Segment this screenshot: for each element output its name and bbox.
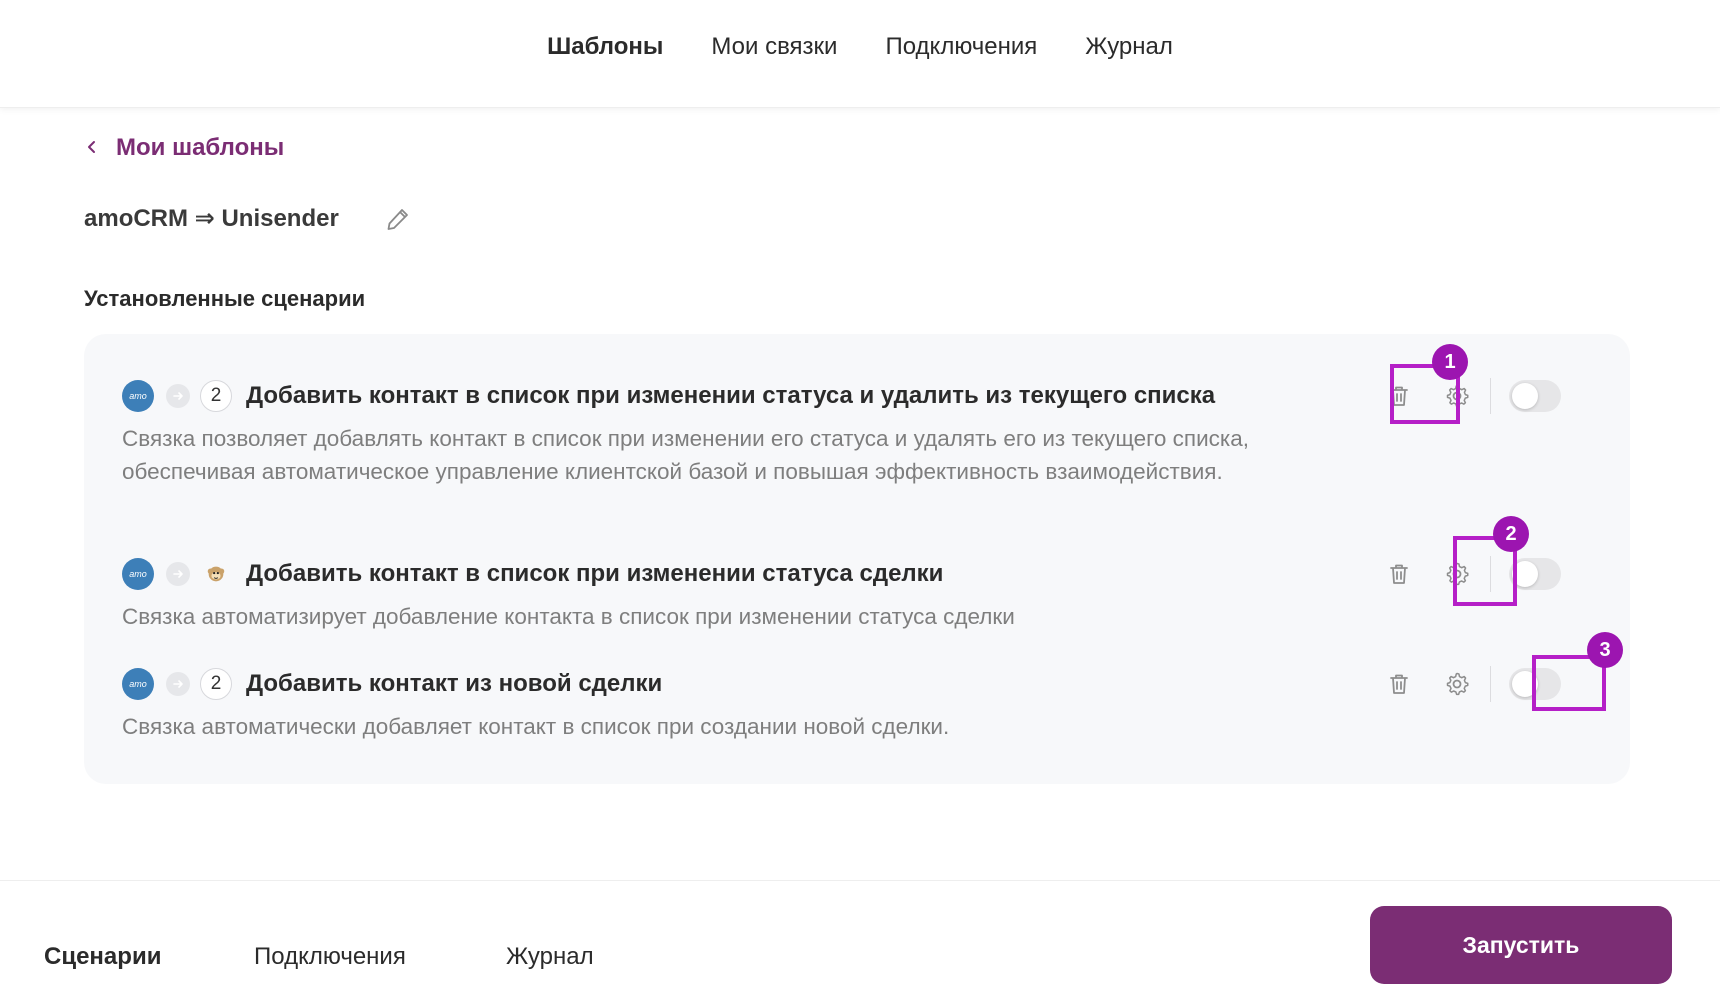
divider: [1490, 378, 1491, 414]
delete-button[interactable]: [1370, 371, 1428, 421]
scenario-description: Связка автоматически добавляет контакт в…: [122, 714, 950, 739]
scenario-description: Связка позволяет добавлять контакт в спи…: [122, 426, 1250, 484]
toggle-knob: [1512, 561, 1538, 587]
chevron-left-icon: [84, 134, 100, 162]
scenario-name: Добавить контакт из новой сделки: [246, 670, 663, 697]
scenario-name: Добавить контакт в список при изменении …: [246, 382, 1216, 409]
back-link-label: Мои шаблоны: [116, 134, 285, 161]
scenario-name: Добавить контакт в список при изменении …: [246, 560, 944, 587]
monkey-icon: [200, 558, 232, 590]
scenario-actions: [1370, 659, 1561, 709]
scenario-actions: [1370, 371, 1561, 421]
scenario-toggle[interactable]: [1509, 558, 1561, 590]
settings-button[interactable]: [1428, 659, 1486, 709]
divider: [1490, 556, 1491, 592]
delete-button[interactable]: [1370, 549, 1428, 599]
trash-icon: [1390, 564, 1408, 584]
gear-icon: [1446, 384, 1469, 408]
toggle-knob: [1512, 671, 1538, 697]
delete-button[interactable]: [1370, 659, 1428, 709]
arrow-right-icon: [166, 672, 190, 696]
scenarios-card: amo 2 Добавить контакт в список при изме…: [84, 334, 1630, 784]
bottom-tab-connections[interactable]: Подключения: [254, 943, 406, 971]
bottom-tab-scenarios[interactable]: Сценарии: [44, 943, 161, 971]
bundle-title: amoCRM ⇒ Unisender: [84, 205, 339, 232]
trash-icon: [1390, 386, 1408, 406]
trash-icon: [1390, 674, 1408, 694]
scenario-toggle[interactable]: [1509, 380, 1561, 412]
pencil-icon[interactable]: [385, 206, 411, 232]
tab-journal[interactable]: Журнал: [1085, 33, 1173, 61]
amocrm-icon: amo: [122, 380, 154, 412]
scenario-description: Связка автоматизирует добавление контакт…: [122, 604, 1015, 629]
target-count-badge: 2: [200, 668, 232, 700]
bottom-tab-journal[interactable]: Журнал: [506, 943, 594, 971]
arrow-right-icon: [166, 384, 190, 408]
arrow-right-icon: [166, 562, 190, 586]
bundle-title-row: amoCRM ⇒ Unisender: [84, 204, 411, 233]
settings-button[interactable]: [1428, 549, 1486, 599]
target-count-badge: 2: [200, 380, 232, 412]
gear-icon: [1446, 672, 1469, 696]
run-button[interactable]: Запустить: [1370, 906, 1672, 984]
tab-connections[interactable]: Подключения: [885, 33, 1037, 61]
tab-templates[interactable]: Шаблоны: [547, 33, 663, 61]
amocrm-icon: amo: [122, 668, 154, 700]
toggle-knob: [1512, 383, 1538, 409]
divider: [1490, 666, 1491, 702]
bottom-bar: Сценарии Подключения Журнал Запустить: [0, 880, 1720, 1008]
back-link[interactable]: Мои шаблоны: [84, 134, 284, 162]
amocrm-icon: amo: [122, 558, 154, 590]
gear-icon: [1446, 562, 1469, 586]
tab-my-bundles[interactable]: Мои связки: [711, 33, 837, 61]
scenario-toggle[interactable]: [1509, 668, 1561, 700]
top-nav: Шаблоны Мои связки Подключения Журнал: [0, 0, 1720, 108]
section-title: Установленные сценарии: [84, 286, 366, 311]
settings-button[interactable]: [1428, 371, 1486, 421]
scenario-actions: [1370, 549, 1561, 599]
